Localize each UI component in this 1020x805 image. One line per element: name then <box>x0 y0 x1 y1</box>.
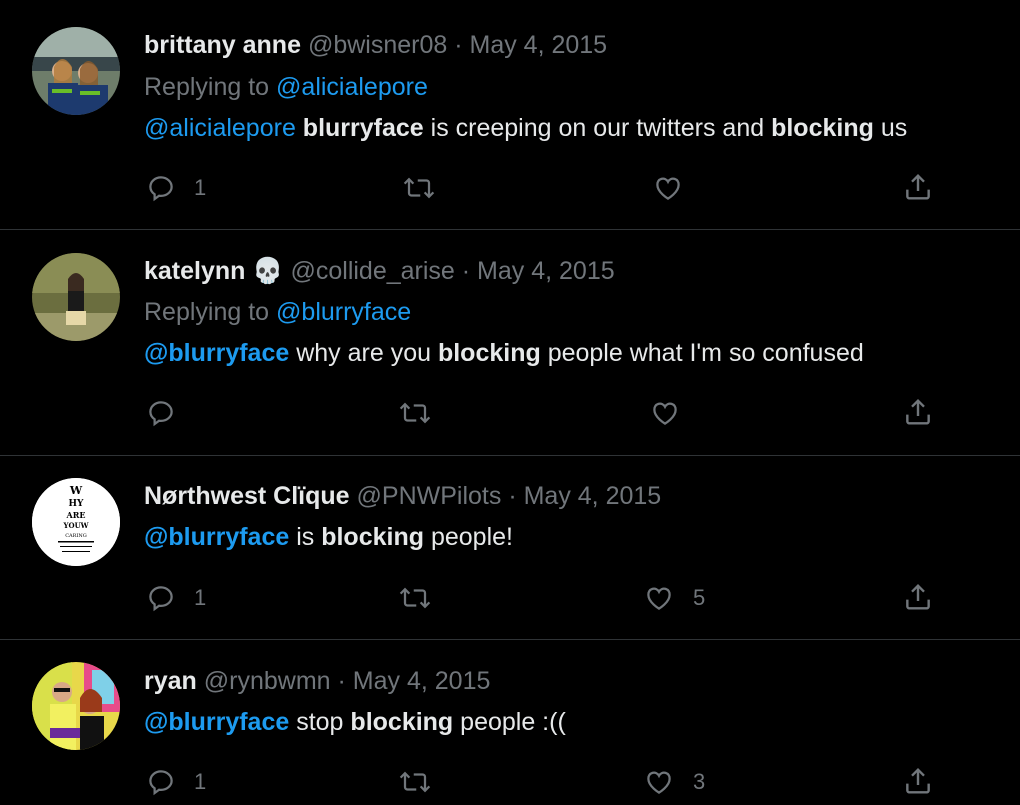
avatar[interactable]: W HY ARE YOUW CARING <box>32 478 120 566</box>
display-name[interactable]: brittany anne <box>144 31 301 59</box>
text-segment: people :(( <box>453 708 566 736</box>
tweet-text: @alicialepore blurryface is creeping on … <box>144 113 907 143</box>
tweet-date[interactable]: · May 4, 2015 <box>462 257 615 285</box>
reply-icon <box>149 176 173 202</box>
share-button[interactable] <box>902 171 934 203</box>
reply-button[interactable] <box>146 398 194 428</box>
bold-keyword: blocking <box>321 523 425 551</box>
text-segment: is creeping on our twitters and <box>423 114 772 142</box>
tweet[interactable]: ryan @rynbwmn · May 4, 2015 @blurryface … <box>0 640 1020 805</box>
tweet[interactable]: W HY ARE YOUW CARING Nørthwest Clïque @P… <box>0 456 1020 639</box>
tweet-date[interactable]: · May 4, 2015 <box>508 482 661 510</box>
retweet-icon <box>399 587 431 609</box>
like-count: 5 <box>693 585 706 610</box>
retweet-icon <box>399 771 431 793</box>
user-handle[interactable]: @collide_arise <box>290 257 454 285</box>
display-name[interactable]: ryan <box>144 667 197 695</box>
like-count: 3 <box>693 769 706 794</box>
share-icon <box>906 398 930 425</box>
like-button[interactable] <box>652 173 684 203</box>
avatar-text-line: W <box>69 484 83 497</box>
retweet-button[interactable] <box>398 767 432 797</box>
bold-keyword: blurryface <box>302 114 424 142</box>
tweet-text: @blurryface is blocking people! <box>144 522 513 552</box>
like-button[interactable]: 3 <box>643 767 705 797</box>
like-icon <box>647 587 671 610</box>
tweet-text: @blurryface why are you blocking people … <box>144 338 864 368</box>
text-segment: people what I'm so confused <box>540 339 864 367</box>
user-handle[interactable]: @rynbwmn <box>204 667 331 695</box>
reply-button[interactable]: 1 <box>146 173 206 203</box>
reply-button[interactable]: 1 <box>146 583 206 613</box>
tweet-header: katelynn 💀 @collide_arise · May 4, 2015 <box>144 256 615 286</box>
tweet-date[interactable]: · May 4, 2015 <box>338 667 491 695</box>
text-segment: people! <box>424 523 513 551</box>
mention-link[interactable]: @blurryface <box>144 523 289 551</box>
avatar[interactable] <box>32 27 120 115</box>
text-segment: us <box>873 114 908 142</box>
reply-icon <box>149 770 173 796</box>
reply-icon <box>149 401 173 427</box>
reply-count: 1 <box>194 585 207 610</box>
tweet[interactable]: katelynn 💀 @collide_arise · May 4, 2015 … <box>0 230 1020 455</box>
avatar[interactable] <box>32 662 120 750</box>
bold-keyword: blocking <box>771 114 874 142</box>
reply-count: 1 <box>194 769 207 794</box>
like-button[interactable]: 5 <box>643 583 705 613</box>
mention-link[interactable]: @alicialepore <box>144 114 296 142</box>
replying-to: Replying to @blurryface <box>144 297 411 327</box>
replying-to: Replying to @alicialepore <box>144 72 428 102</box>
avatar-text-line: YOUW <box>62 521 88 530</box>
like-icon <box>653 402 677 425</box>
retweet-icon <box>399 402 431 424</box>
share-icon <box>906 767 930 794</box>
text-segment: why are you <box>289 339 438 367</box>
like-icon <box>647 771 671 794</box>
replying-label: Replying to <box>144 298 270 326</box>
avatar-text-line: CARING <box>65 533 87 539</box>
reply-icon <box>149 586 173 612</box>
tweet-text: @blurryface stop blocking people :(( <box>144 707 566 737</box>
share-button[interactable] <box>902 581 934 613</box>
avatar[interactable] <box>32 253 120 341</box>
share-button[interactable] <box>902 396 934 428</box>
text-segment: stop <box>289 708 351 736</box>
share-button[interactable] <box>902 765 934 797</box>
share-icon <box>906 173 930 200</box>
user-handle[interactable]: @PNWPilots <box>357 482 502 510</box>
reply-button[interactable]: 1 <box>146 767 206 797</box>
reply-count: 1 <box>194 175 207 200</box>
bold-keyword: blocking <box>350 708 454 736</box>
user-handle[interactable]: @bwisner08 <box>308 31 447 59</box>
replying-mention[interactable]: @blurryface <box>276 298 411 326</box>
mention-link[interactable]: @blurryface <box>144 708 289 736</box>
display-name[interactable]: katelynn <box>144 257 245 285</box>
text-segment: is <box>289 523 322 551</box>
replying-label: Replying to <box>144 73 270 101</box>
bold-keyword: blocking <box>437 339 541 367</box>
avatar-text-line: ARE <box>66 510 86 520</box>
retweet-button[interactable] <box>402 173 436 203</box>
retweet-button[interactable] <box>398 398 432 428</box>
share-icon <box>906 583 930 610</box>
tweet-header: Nørthwest Clïque @PNWPilots · May 4, 201… <box>144 481 661 511</box>
tweet-date[interactable]: · May 4, 2015 <box>454 31 607 59</box>
replying-mention[interactable]: @alicialepore <box>276 73 428 101</box>
avatar-text-line: HY <box>69 499 85 509</box>
mention-link[interactable]: @blurryface <box>144 339 289 367</box>
skull-emoji: 💀 <box>252 257 284 285</box>
tweet[interactable]: brittany anne @bwisner08 · May 4, 2015 R… <box>0 0 1020 229</box>
display-name[interactable]: Nørthwest Clïque <box>144 482 350 510</box>
tweet-header: ryan @rynbwmn · May 4, 2015 <box>144 666 490 696</box>
like-button[interactable] <box>649 398 681 428</box>
retweet-icon <box>403 177 435 199</box>
tweet-header: brittany anne @bwisner08 · May 4, 2015 <box>144 30 607 60</box>
retweet-button[interactable] <box>398 583 432 613</box>
like-icon <box>656 177 680 200</box>
